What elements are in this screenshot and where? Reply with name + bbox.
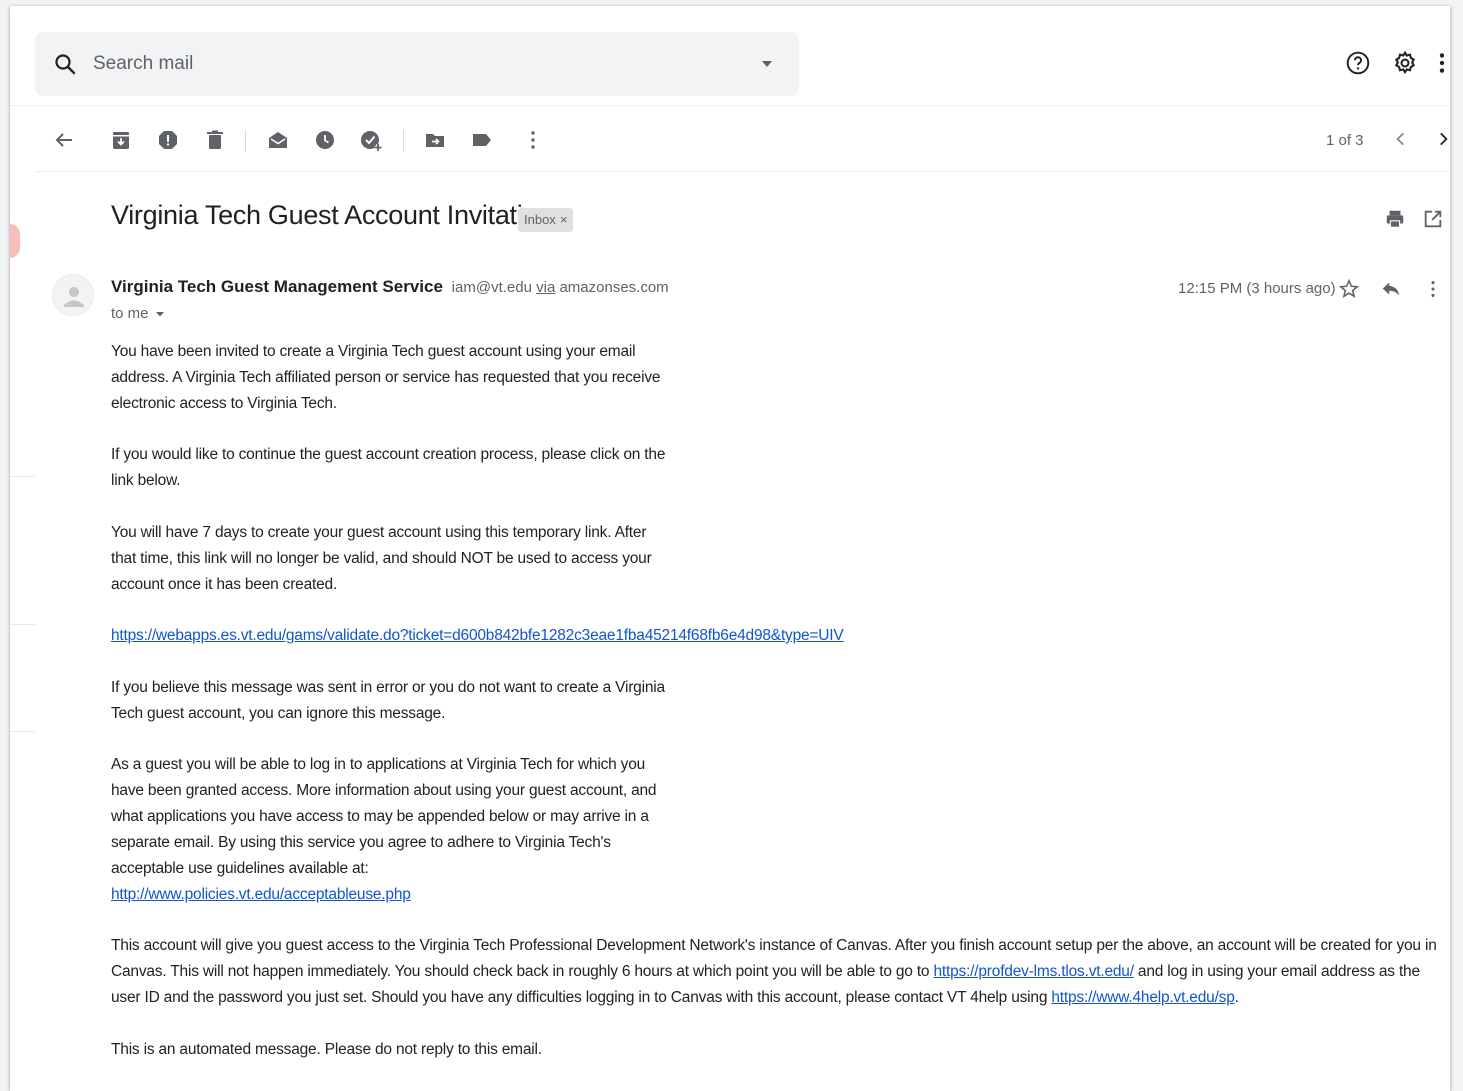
pagination-count: 1 of 3 [1326,132,1364,149]
snooze-icon[interactable] [313,128,337,152]
reply-icon[interactable] [1380,278,1402,300]
sender-name[interactable]: Virginia Tech Guest Management Service [111,277,443,296]
search-input[interactable] [93,46,733,82]
settings-icon[interactable] [1392,50,1418,76]
report-spam-icon[interactable] [156,128,180,152]
sidebar-divider [10,476,35,477]
sender-line: Virginia Tech Guest Management Service i… [111,277,669,297]
label-icon[interactable] [470,128,494,152]
toolbar-divider [245,130,246,152]
body-paragraph-ignore: If you believe this message was sent in … [111,679,665,722]
message-toolbar: 1 of 3 [35,106,1450,172]
more-options-icon[interactable] [521,128,545,152]
body-paragraph-expiry: You will have 7 days to create your gues… [111,524,652,593]
body-validate-link-row: https://webapps.es.vt.edu/gams/validate.… [111,623,844,649]
search-icon[interactable] [53,52,77,76]
guest-info-text: As a guest you will be able to log in to… [111,756,657,877]
via-domain: amazonses.com [559,279,669,296]
sender-email: iam@vt.edu [451,279,532,296]
apps-more-icon[interactable] [1436,50,1448,76]
toolbar-divider [403,130,404,152]
star-icon[interactable] [1338,278,1360,300]
more-message-options-icon[interactable] [1422,278,1444,300]
label-chip-text: Inbox [524,212,556,227]
top-bar [10,6,1450,106]
mark-unread-icon[interactable] [266,128,290,152]
message-timestamp: 12:15 PM (3 hours ago) [1178,280,1336,297]
help-icon[interactable] [1345,50,1371,76]
inbox-label-chip[interactable]: Inbox × [518,208,574,232]
add-to-tasks-icon[interactable] [359,128,383,152]
canvas-text-part-3: . [1234,989,1239,1006]
canvas-lms-link[interactable]: https://profdev-lms.tlos.vt.edu/ [933,963,1134,980]
validate-account-link[interactable]: https://webapps.es.vt.edu/gams/validate.… [111,627,844,644]
vt-4help-link[interactable]: https://www.4help.vt.edu/sp [1051,989,1234,1006]
older-chevron-right-icon[interactable] [1434,130,1450,148]
chevron-down-icon [155,311,164,316]
back-arrow-icon[interactable] [52,128,76,152]
sender-avatar[interactable] [52,274,94,316]
search-bar[interactable] [35,32,799,96]
delete-icon[interactable] [203,128,227,152]
acceptable-use-link[interactable]: http://www.policies.vt.edu/acceptableuse… [111,886,411,903]
recipient-details-toggle[interactable]: to me [111,305,165,322]
body-paragraph-canvas: This account will give you guest access … [111,933,1446,1011]
gmail-window: 1 of 3 Virginia Tech Guest Account Invit… [10,6,1450,1091]
compose-fab-edge[interactable] [10,224,20,258]
body-paragraph-continue: If you would like to continue the guest … [111,446,666,489]
email-subject: Virginia Tech Guest Account Invitation [111,200,552,230]
sidebar-divider [10,731,35,732]
default-person-icon [64,287,84,307]
body-paragraph-invite: You have been invited to create a Virgin… [111,343,661,412]
body-paragraph-guest-info: As a guest you will be able to log in to… [111,752,671,908]
body-paragraph-automated: This is an automated message. Please do … [111,1041,542,1058]
print-icon[interactable] [1384,208,1406,230]
sidebar-divider [10,624,35,625]
via-link[interactable]: via [536,279,555,296]
remove-label-icon[interactable]: × [560,212,568,227]
open-in-new-window-icon[interactable] [1422,208,1444,230]
move-to-icon[interactable] [423,128,447,152]
search-options-icon[interactable] [759,56,775,72]
recipient-label: to me [111,305,149,322]
newer-chevron-left-icon[interactable] [1392,130,1410,148]
archive-icon[interactable] [109,128,133,152]
